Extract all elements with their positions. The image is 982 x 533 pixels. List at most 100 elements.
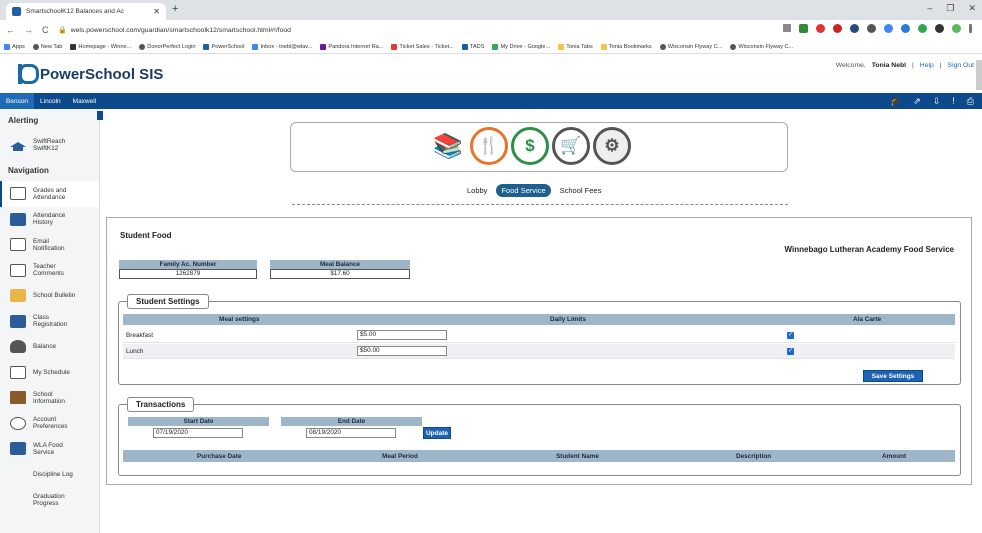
- breakfast-limit-input[interactable]: $5.00: [357, 330, 447, 340]
- extension-icon[interactable]: [918, 24, 927, 33]
- sign-out-link[interactable]: Sign Out: [948, 62, 974, 69]
- minimize-icon[interactable]: –: [927, 3, 932, 14]
- sidebar-item-school-bulletin[interactable]: School Bulletin: [0, 283, 99, 309]
- bookmark[interactable]: TADS: [461, 43, 484, 50]
- bookmark[interactable]: Pandora Internet Ra...: [320, 43, 383, 50]
- sidebar-item-class-registration[interactable]: Class Registration: [0, 309, 99, 335]
- print-icon[interactable]: ⎙: [967, 96, 974, 107]
- new-tab-icon[interactable]: +: [172, 3, 178, 15]
- maximize-icon[interactable]: ❐: [946, 3, 954, 14]
- close-tab-icon[interactable]: ✕: [153, 7, 160, 16]
- column-header: Meal settings: [219, 316, 260, 323]
- tab-food-service[interactable]: Food Service: [496, 184, 551, 197]
- column-header: Ala Carte: [853, 316, 882, 323]
- menu-icon[interactable]: [969, 24, 972, 33]
- powerschool-logo[interactable]: PowerSchool SIS: [18, 64, 163, 84]
- sidebar-item-grades-attendance[interactable]: Grades and Attendance: [0, 181, 99, 207]
- school-tab-maxwell[interactable]: Maxwell: [67, 93, 102, 109]
- section-title: Student Food: [120, 231, 172, 240]
- end-date-input[interactable]: 08/19/2020: [306, 428, 396, 438]
- sidebar-item-teacher-comments[interactable]: Teacher Comments: [0, 258, 99, 284]
- extension-icon[interactable]: [833, 24, 842, 33]
- lunch-limit-input[interactable]: $50.00: [357, 346, 447, 356]
- bookmark[interactable]: My Drive - Google...: [492, 43, 550, 50]
- sidebar-item-label: School Bulletin: [33, 292, 76, 300]
- sidebar-item-graduation-progress[interactable]: Graduation Progress: [0, 487, 99, 513]
- tab-lobby[interactable]: Lobby: [462, 184, 492, 197]
- powerschool-logo-icon: [18, 64, 39, 84]
- help-link[interactable]: Help: [920, 62, 934, 69]
- bookmark[interactable]: Homepage - Winne...: [70, 43, 131, 50]
- reload-icon[interactable]: C: [42, 25, 49, 35]
- back-icon[interactable]: ←: [6, 25, 15, 35]
- page-scrollbar[interactable]: [976, 60, 982, 90]
- sidebar-item-label: My Schedule: [33, 368, 70, 376]
- profile-avatar[interactable]: [952, 24, 961, 33]
- sidebar-collapse-toggle[interactable]: [97, 111, 103, 120]
- bookmark[interactable]: Apps: [4, 43, 25, 50]
- bookmark[interactable]: New Tab: [32, 43, 62, 50]
- bookmark[interactable]: Ticket Sales - Ticket...: [391, 43, 454, 50]
- table-row: Lunch: [123, 344, 955, 359]
- bookmark[interactable]: Inbox - tnebl@wlav...: [252, 43, 312, 50]
- column-header: Daily Limits: [550, 316, 586, 323]
- envelope-icon: [10, 238, 26, 252]
- lunch-ala-carte-checkbox[interactable]: ✓: [787, 348, 794, 355]
- sidebar-item-wla-food-service[interactable]: WLA Food Service: [0, 436, 99, 462]
- save-settings-button[interactable]: Save Settings: [863, 370, 923, 382]
- alert-icon[interactable]: !: [952, 96, 955, 107]
- school-tab-benson[interactable]: Benson: [0, 93, 35, 109]
- external-link-icon[interactable]: ⇗: [913, 96, 921, 107]
- sidebar-item-my-schedule[interactable]: My Schedule: [0, 360, 99, 386]
- shopping-cart-icon[interactable]: 🛒: [552, 127, 590, 165]
- tab-title: SmartschoolK12 Balances and Ac: [26, 8, 124, 15]
- update-button[interactable]: Update: [423, 427, 451, 439]
- browser-tab[interactable]: SmartschoolK12 Balances and Ac ✕: [6, 3, 166, 20]
- bookmark[interactable]: Wisconsin Flyway C...: [659, 43, 722, 50]
- sidebar-item-email-notification[interactable]: Email Notification: [0, 232, 99, 258]
- forward-icon[interactable]: →: [24, 25, 33, 35]
- money-icon[interactable]: $: [511, 127, 549, 165]
- url-field[interactable]: 🔒 wels.powerschool.com/guardian/smartsch…: [58, 23, 291, 37]
- extension-icon[interactable]: [884, 24, 893, 33]
- sidebar-item-account-preferences[interactable]: Account Preferences: [0, 411, 99, 437]
- extension-icon[interactable]: [867, 24, 876, 33]
- bookmark[interactable]: Tonia Tabs: [558, 43, 593, 50]
- graduation-cap-icon: [10, 139, 26, 152]
- school-tab-lincoln[interactable]: Lincoln: [34, 93, 67, 109]
- bookmark[interactable]: DonorPerfect Login: [139, 43, 195, 50]
- logo-text: PowerSchool SIS: [40, 65, 164, 83]
- extension-icon[interactable]: [901, 24, 910, 33]
- bookmark[interactable]: PowerSchool: [203, 43, 244, 50]
- start-date-input[interactable]: 07/19/2020: [153, 428, 243, 438]
- graduation-cap-icon[interactable]: 🎓: [890, 96, 901, 107]
- powerschool-favicon-icon: [12, 7, 21, 16]
- school-building-icon: [10, 391, 26, 405]
- gear-icon[interactable]: ⚙: [593, 127, 631, 165]
- alerting-heading: Alerting: [8, 115, 39, 125]
- bookmark[interactable]: Tonia Bookmarks: [600, 43, 652, 50]
- close-window-icon[interactable]: ✕: [968, 3, 976, 14]
- tab-school-fees[interactable]: School Fees: [555, 184, 607, 197]
- extension-icon[interactable]: [935, 24, 944, 33]
- family-account: Family Ac. Number 1262879: [119, 260, 257, 279]
- sidebar-item-balance[interactable]: Balance: [0, 334, 99, 360]
- sidebar-item-swiftreach[interactable]: SwiftReach SwiftK12: [0, 131, 99, 159]
- sidebar-item-discipline-log[interactable]: Discipline Log: [0, 462, 99, 488]
- extension-icon[interactable]: [850, 24, 859, 33]
- sidebar-item-school-information[interactable]: School Information: [0, 385, 99, 411]
- powerschool-header: PowerSchool SIS Welcome, Tonia Nebl | He…: [0, 55, 982, 93]
- download-icon[interactable]: ⇩: [933, 96, 941, 107]
- books-icon[interactable]: 📚: [429, 127, 467, 165]
- star-icon[interactable]: [783, 24, 791, 32]
- bookmark[interactable]: Wisconsin Flyway C...: [730, 43, 793, 50]
- extension-icon[interactable]: [799, 24, 808, 33]
- column-header: Description: [736, 452, 772, 460]
- sidebar-item-attendance-history[interactable]: Attendance History: [0, 207, 99, 233]
- sidebar: Alerting SwiftReach SwiftK12 Navigation …: [0, 109, 100, 533]
- window-controls: – ❐ ✕: [927, 3, 976, 14]
- extension-icon[interactable]: [816, 24, 825, 33]
- fork-knife-icon[interactable]: 🍴: [470, 127, 508, 165]
- settings-header: Meal settings Daily Limits Ala Carte: [123, 314, 955, 325]
- breakfast-ala-carte-checkbox[interactable]: ✓: [787, 332, 794, 339]
